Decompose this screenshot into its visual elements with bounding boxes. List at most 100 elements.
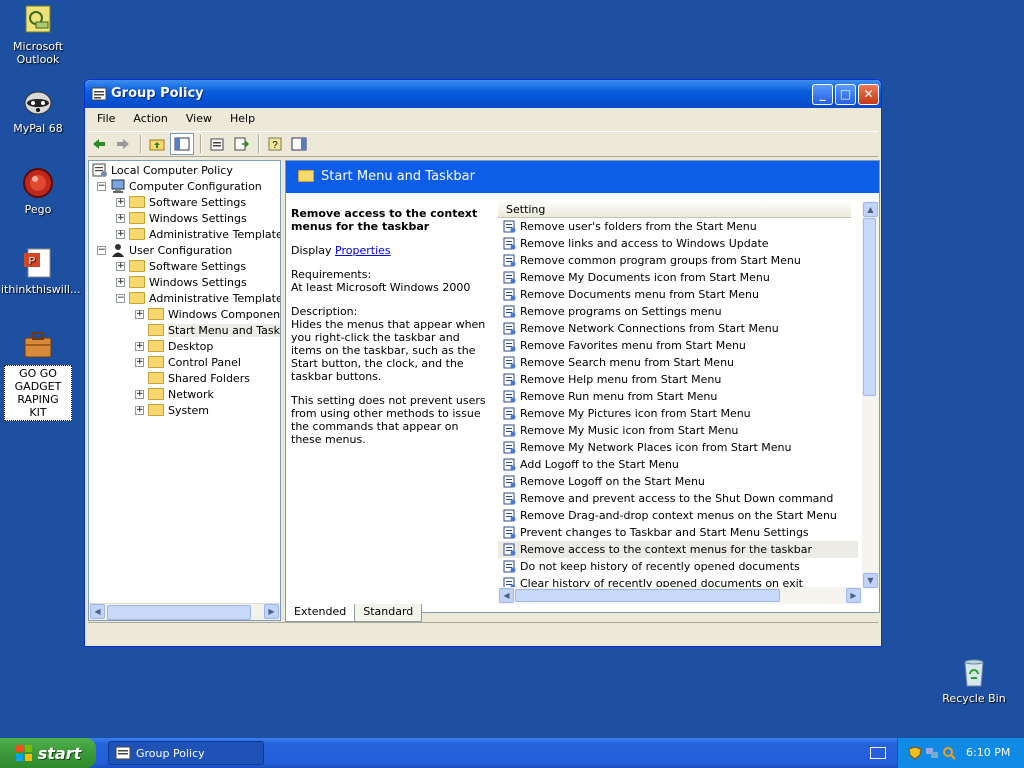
expand-icon[interactable]: + [135, 341, 144, 351]
menu-help[interactable]: Help [221, 109, 264, 129]
list-vertical-scrollbar[interactable]: ▲ ▼ [862, 201, 879, 589]
setting-row-label: Remove and prevent access to the Shut Do… [520, 492, 834, 505]
expand-icon[interactable]: + [135, 405, 144, 415]
menu-file[interactable]: File [88, 109, 124, 129]
menu-view[interactable]: View [177, 109, 221, 129]
taskbar-button-group-policy[interactable]: Group Policy [108, 741, 264, 765]
collapse-icon[interactable]: − [97, 245, 106, 255]
tree-item-windows-settings[interactable]: + Windows Settings [116, 210, 247, 226]
tree-item-software-settings[interactable]: + Software Settings [116, 258, 246, 274]
show-hide-tree-button[interactable] [170, 133, 194, 155]
collapse-icon[interactable]: − [116, 293, 125, 303]
tree-item-computer-configuration[interactable]: − Computer Configuration [97, 178, 262, 194]
properties-link[interactable]: Properties [335, 244, 391, 257]
tree-item-administrative-templates[interactable]: + Administrative Templates [116, 226, 280, 242]
tree-item-start-menu-and-taskbar[interactable]: Start Menu and Taskbar [148, 322, 280, 338]
expand-icon[interactable]: + [116, 261, 125, 271]
title-bar[interactable]: Group Policy _ □ ✕ [85, 80, 881, 108]
tree-horizontal-scrollbar[interactable]: ◀ ▶ [89, 603, 280, 620]
scroll-up-button[interactable]: ▲ [863, 202, 878, 217]
setting-row[interactable]: Add Logoff to the Start Menu [498, 456, 858, 473]
setting-row[interactable]: Remove My Music icon from Start Menu [498, 422, 858, 439]
folder-icon [148, 372, 164, 384]
setting-row[interactable]: Remove Network Connections from Start Me… [498, 320, 858, 337]
setting-row[interactable]: Remove Drag-and-drop context menus on th… [498, 507, 858, 524]
scroll-thumb[interactable] [863, 218, 876, 396]
clock[interactable]: 6:10 PM [966, 746, 1010, 759]
desktop-icon-ppt[interactable]: P ithinkthiswill... [1, 247, 80, 296]
setting-row[interactable]: Remove Documents menu from Start Menu [498, 286, 858, 303]
setting-row[interactable]: Remove access to the context menus for t… [498, 541, 858, 558]
back-button[interactable] [88, 134, 110, 154]
network-icon[interactable] [925, 746, 939, 760]
setting-row[interactable]: Remove Favorites menu from Start Menu [498, 337, 858, 354]
setting-row[interactable]: Remove My Documents icon from Start Menu [498, 269, 858, 286]
desktop-icon-outlook[interactable]: Microsoft Outlook [1, 4, 75, 66]
setting-row[interactable]: Remove Logoff on the Start Menu [498, 473, 858, 490]
setting-row[interactable]: Prevent changes to Taskbar and Start Men… [498, 524, 858, 541]
tree-item-network[interactable]: + Network [135, 386, 214, 402]
setting-row[interactable]: Remove Help menu from Start Menu [498, 371, 858, 388]
search-icon[interactable] [942, 746, 956, 760]
expand-icon[interactable]: + [116, 277, 125, 287]
tree-item-software-settings[interactable]: + Software Settings [116, 194, 246, 210]
show-hide-action-pane-button[interactable] [288, 134, 310, 154]
scroll-down-button[interactable]: ▼ [863, 573, 878, 588]
setting-row[interactable]: Remove common program groups from Start … [498, 252, 858, 269]
export-list-button[interactable] [230, 134, 252, 154]
properties-button[interactable] [206, 134, 228, 154]
keyboard-icon[interactable] [870, 747, 886, 759]
security-shield-icon[interactable] [908, 746, 922, 760]
tab-standard[interactable]: Standard [354, 604, 423, 622]
tree-item-windows-components[interactable]: + Windows Components [135, 306, 280, 322]
expand-icon[interactable]: + [116, 229, 125, 239]
scroll-left-button[interactable]: ◀ [499, 588, 514, 603]
setting-column-header[interactable]: Setting [498, 201, 851, 218]
maximize-button[interactable]: □ [835, 84, 856, 105]
expand-icon[interactable]: + [135, 309, 144, 319]
tree-item-local-computer-policy[interactable]: Local Computer Policy [92, 162, 233, 178]
menu-action[interactable]: Action [124, 109, 176, 129]
tree-item-user-configuration[interactable]: − User Configuration [97, 242, 232, 258]
desktop-icon-pego[interactable]: Pego [1, 167, 75, 216]
setting-row[interactable]: Remove programs on Settings menu [498, 303, 858, 320]
desktop-icon-briefcase[interactable]: GO GO GADGET RAPING KIT [1, 329, 75, 421]
setting-row[interactable]: Do not keep history of recently opened d… [498, 558, 858, 575]
setting-row[interactable]: Remove My Pictures icon from Start Menu [498, 405, 858, 422]
tree-item-administrative-templates[interactable]: − Administrative Templates [116, 290, 280, 306]
desktop-icon-mypal[interactable]: MyPal 68 [1, 86, 75, 135]
list-horizontal-scrollbar[interactable]: ◀ ▶ [498, 587, 862, 604]
scroll-right-button[interactable]: ▶ [846, 588, 861, 603]
collapse-icon[interactable]: − [97, 181, 106, 191]
forward-button[interactable] [112, 134, 134, 154]
desktop-icon-recycle-bin[interactable]: Recycle Bin [937, 656, 1011, 705]
setting-row[interactable]: Remove My Network Places icon from Start… [498, 439, 858, 456]
setting-row[interactable]: Remove user's folders from the Start Men… [498, 218, 858, 235]
scroll-left-button[interactable]: ◀ [90, 604, 105, 619]
requirements-value: At least Microsoft Windows 2000 [291, 281, 471, 294]
expand-icon[interactable]: + [135, 357, 144, 367]
tree-item-system[interactable]: + System [135, 402, 209, 418]
expand-icon[interactable]: + [116, 197, 125, 207]
up-one-level-button[interactable] [146, 134, 168, 154]
scroll-right-button[interactable]: ▶ [264, 604, 279, 619]
close-button[interactable]: ✕ [858, 84, 879, 105]
tree-item-shared-folders[interactable]: Shared Folders [148, 370, 250, 386]
tab-extended[interactable]: Extended [285, 604, 356, 622]
policy-setting-icon [503, 322, 516, 335]
setting-row[interactable]: Remove and prevent access to the Shut Do… [498, 490, 858, 507]
expand-icon[interactable]: + [116, 213, 125, 223]
tree-item-windows-settings[interactable]: + Windows Settings [116, 274, 247, 290]
tree-item-desktop[interactable]: + Desktop [135, 338, 213, 354]
minimize-button[interactable]: _ [812, 84, 833, 105]
setting-row[interactable]: Remove Search menu from Start Menu [498, 354, 858, 371]
setting-row-label: Remove user's folders from the Start Men… [520, 220, 757, 233]
expand-icon[interactable]: + [135, 389, 144, 399]
start-button[interactable]: start [0, 738, 96, 768]
setting-row[interactable]: Remove links and access to Windows Updat… [498, 235, 858, 252]
scroll-thumb[interactable] [107, 605, 251, 620]
help-button[interactable]: ? [264, 134, 286, 154]
scroll-thumb[interactable] [515, 589, 780, 602]
setting-row[interactable]: Remove Run menu from Start Menu [498, 388, 858, 405]
tree-item-control-panel[interactable]: + Control Panel [135, 354, 241, 370]
